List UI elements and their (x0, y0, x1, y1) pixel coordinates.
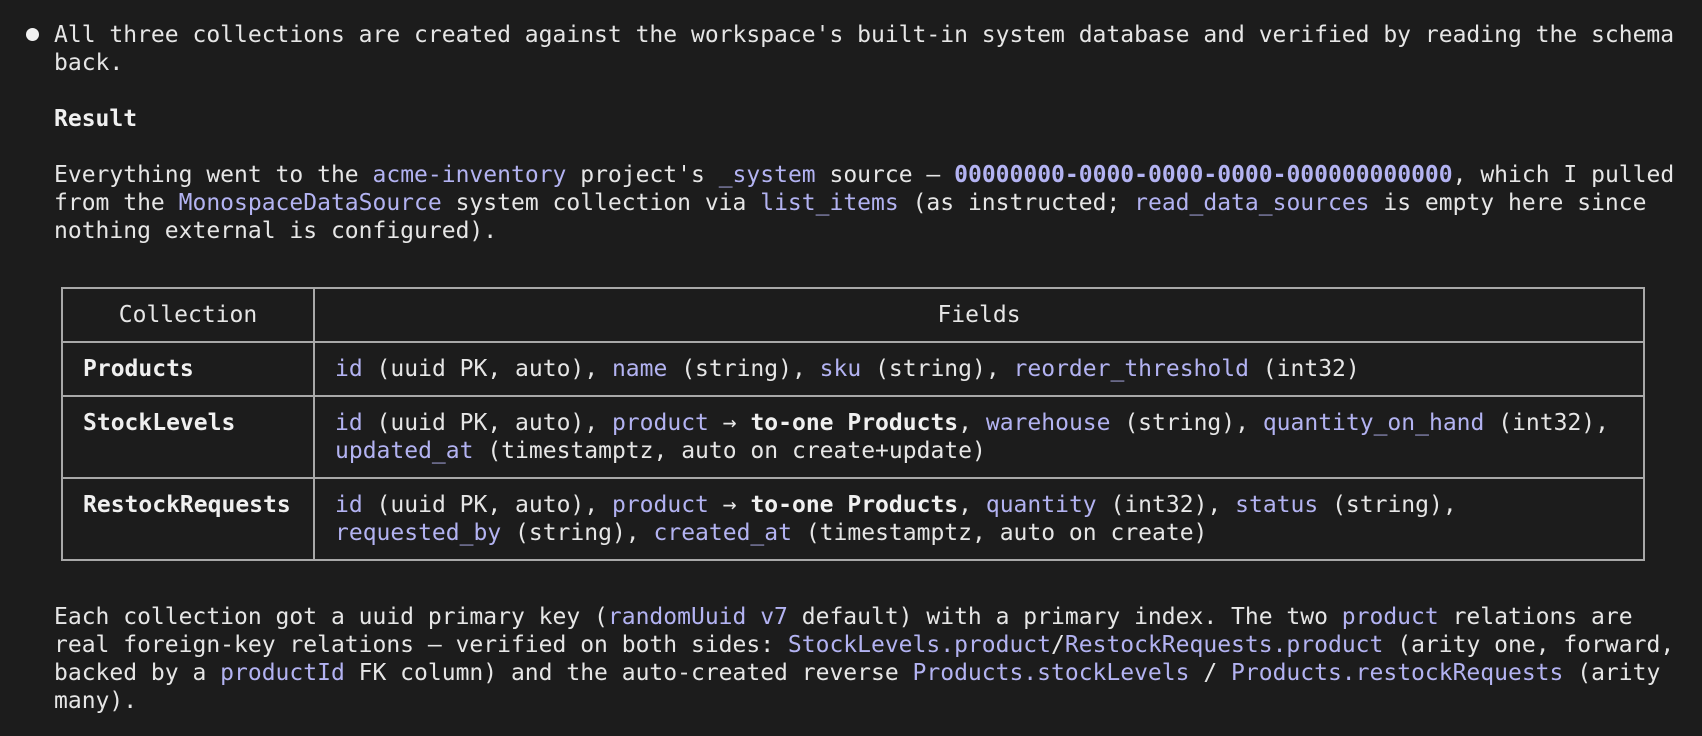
message-content: All three collections are created agains… (54, 21, 1694, 715)
table-row: RestockRequests id (uuid PK, auto), prod… (61, 477, 1645, 561)
field-name: id (335, 410, 363, 436)
field-desc: (string), (861, 356, 1014, 382)
collection-name: RestockRequests (61, 477, 315, 561)
collection-name: Products (61, 341, 315, 397)
text-run: system collection via (441, 190, 761, 216)
field-name: reorder_threshold (1013, 356, 1249, 382)
field-desc: (int32), (1096, 492, 1236, 518)
field-name: quantity_on_hand (1262, 410, 1485, 436)
product-id-code: productId (220, 660, 345, 686)
intro-text: All three collections are created agains… (54, 22, 1675, 76)
field-name: warehouse (985, 410, 1111, 436)
list-items-code: list_items (760, 190, 899, 216)
field-name: sku (819, 356, 862, 382)
field-name: product (611, 410, 709, 436)
text-run: default) with a primary index. The two (787, 604, 1342, 630)
field-name: product (611, 492, 709, 518)
field-desc: (int32), (1484, 410, 1609, 436)
field-name: requested_by (335, 520, 502, 546)
text-run: (as instructed; (898, 190, 1135, 216)
field-name: status (1235, 492, 1319, 518)
header-fields: Fields (313, 287, 1645, 343)
field-desc: (uuid PK, auto), (362, 356, 612, 382)
read-data-sources-code: read_data_sources (1134, 190, 1370, 216)
text-run: source — (815, 162, 955, 188)
text-run: / (1189, 660, 1232, 686)
field-desc: (uuid PK, auto), (362, 410, 612, 436)
fields-cell: id (uuid PK, auto), name (string), sku (… (313, 341, 1645, 397)
field-desc: (string), (667, 356, 820, 382)
relation-target: to-one Products (750, 410, 959, 436)
field-desc: → (708, 492, 751, 518)
table-row: StockLevels id (uuid PK, auto), product … (61, 395, 1645, 479)
header-collection: Collection (61, 287, 315, 343)
products-stocklevels-code: Products.stockLevels (912, 660, 1190, 686)
restockrequests-product-code: RestockRequests.product (1064, 632, 1384, 658)
product-code: product (1341, 604, 1439, 630)
field-name: id (335, 356, 363, 382)
fields-cell: id (uuid PK, auto), product → to-one Pro… (313, 395, 1645, 479)
field-name: updated_at (335, 438, 474, 464)
table-row: Products id (uuid PK, auto), name (strin… (61, 341, 1645, 397)
field-name: created_at (653, 520, 792, 546)
field-desc: (timestamptz, auto on create+update) (473, 438, 986, 464)
field-desc: (string), (1110, 410, 1263, 436)
result-paragraph: Everything went to the acme-inventory pr… (54, 161, 1694, 245)
source-uuid: 00000000-0000-0000-0000-000000000000 (954, 162, 1453, 188)
field-desc: (int32) (1248, 356, 1360, 382)
stocklevels-product-code: StockLevels.product (787, 632, 1052, 658)
closing-paragraph: Each collection got a uuid primary key (… (54, 603, 1694, 715)
field-desc: (string), (501, 520, 654, 546)
products-restockrequests-code: Products.restockRequests (1231, 660, 1564, 686)
result-heading: Result (54, 106, 138, 132)
bullet-dot (26, 28, 39, 41)
datasource-collection-code: MonospaceDataSource (178, 190, 442, 216)
field-name: id (335, 492, 363, 518)
field-desc: (uuid PK, auto), (362, 492, 612, 518)
field-desc: (timestamptz, auto on create) (791, 520, 1208, 546)
field-desc: (string), (1318, 492, 1457, 518)
uuid-default-code: randomUuid v7 (607, 604, 788, 630)
text-run: Each collection got a uuid primary key ( (54, 604, 608, 630)
field-name: name (611, 356, 668, 382)
text-run: Everything went to the (54, 162, 373, 188)
source-code: _system (718, 162, 816, 188)
text-run: project's (566, 162, 719, 188)
field-desc: , (958, 410, 986, 436)
collection-name: StockLevels (61, 395, 315, 479)
table-header-row: Collection Fields (61, 287, 1645, 343)
field-desc: , (958, 492, 986, 518)
text-run: / (1051, 632, 1065, 658)
fields-cell: id (uuid PK, auto), product → to-one Pro… (313, 477, 1645, 561)
text-run: FK column) and the auto-created reverse (344, 660, 913, 686)
field-desc: → (708, 410, 751, 436)
collections-table: Collection Fields Products id (uuid PK, … (61, 287, 1645, 561)
field-name: quantity (985, 492, 1097, 518)
project-code: acme-inventory (372, 162, 567, 188)
relation-target: to-one Products (750, 492, 959, 518)
